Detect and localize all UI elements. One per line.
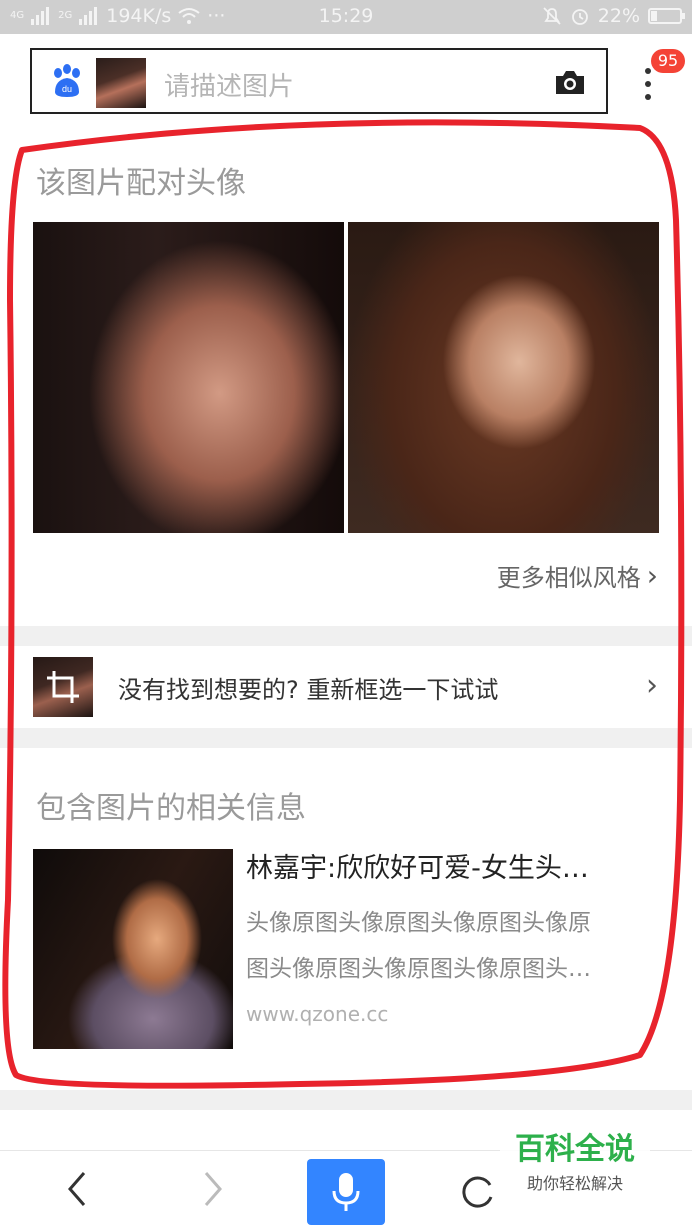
mute-bell-icon	[543, 7, 561, 25]
related-item-headline[interactable]: 林嘉宇:欣欣好可爱-女生头…	[246, 846, 656, 885]
battery-icon	[648, 8, 685, 24]
pair-image-left[interactable]	[33, 222, 344, 533]
chevron-right-icon: ›	[646, 668, 658, 703]
refresh-icon[interactable]	[460, 1173, 496, 1209]
status-bar: 4G 2G 194K/s ··· 15:29 22%	[0, 0, 692, 34]
pair-image-right[interactable]	[348, 222, 659, 533]
description-line: 头像原图头像原图头像原图头像原	[246, 910, 591, 936]
reselect-prompt-text: 没有找到想要的? 重新框选一下试试	[118, 676, 499, 704]
section-divider	[0, 626, 692, 646]
mic-icon	[332, 1173, 360, 1211]
svg-text:du: du	[62, 84, 72, 94]
crop-icon	[47, 671, 79, 703]
chevron-right-icon: ›	[646, 559, 658, 592]
more-vertical-icon[interactable]	[638, 66, 658, 102]
voice-search-button[interactable]	[307, 1159, 385, 1225]
more-similar-link[interactable]: 更多相似风格 ›	[497, 558, 658, 593]
section-divider	[0, 1090, 692, 1110]
reselect-crop-row[interactable]: 没有找到想要的? 重新框选一下试试 ›	[0, 646, 692, 728]
alarm-icon	[571, 9, 588, 25]
description-line: 图头像原图头像原图头像原图头…	[246, 956, 591, 982]
search-input[interactable]: 请描述图片	[164, 66, 294, 103]
related-info-section-title: 包含图片的相关信息	[36, 791, 306, 826]
forward-icon[interactable]	[198, 1169, 228, 1209]
back-icon[interactable]	[62, 1169, 92, 1209]
more-similar-label: 更多相似风格	[496, 564, 641, 592]
crop-thumbnail	[33, 657, 93, 717]
battery-percent: 22%	[597, 5, 640, 27]
watermark-subtitle: 助你轻松解决	[526, 1174, 623, 1193]
status-right: 22%	[542, 5, 685, 27]
related-item-image[interactable]	[33, 849, 233, 1049]
related-item-description: 头像原图头像原图头像原图头像原 图头像原图头像原图头像原图头…	[246, 900, 652, 992]
pair-avatar-section-title: 该图片配对头像	[36, 166, 246, 201]
section-divider	[0, 728, 692, 748]
watermark-title: 百科全说	[515, 1132, 635, 1167]
notification-badge: 95	[651, 49, 685, 73]
camera-icon[interactable]	[554, 68, 586, 96]
query-image-thumbnail[interactable]	[96, 58, 146, 108]
watermark: 百科全说 助你轻松解决	[500, 1130, 650, 1202]
baidu-paw-icon[interactable]: du	[50, 64, 84, 98]
image-search-bar[interactable]: du 请描述图片	[30, 48, 608, 114]
related-item-source: www.qzone.cc	[246, 1002, 389, 1026]
